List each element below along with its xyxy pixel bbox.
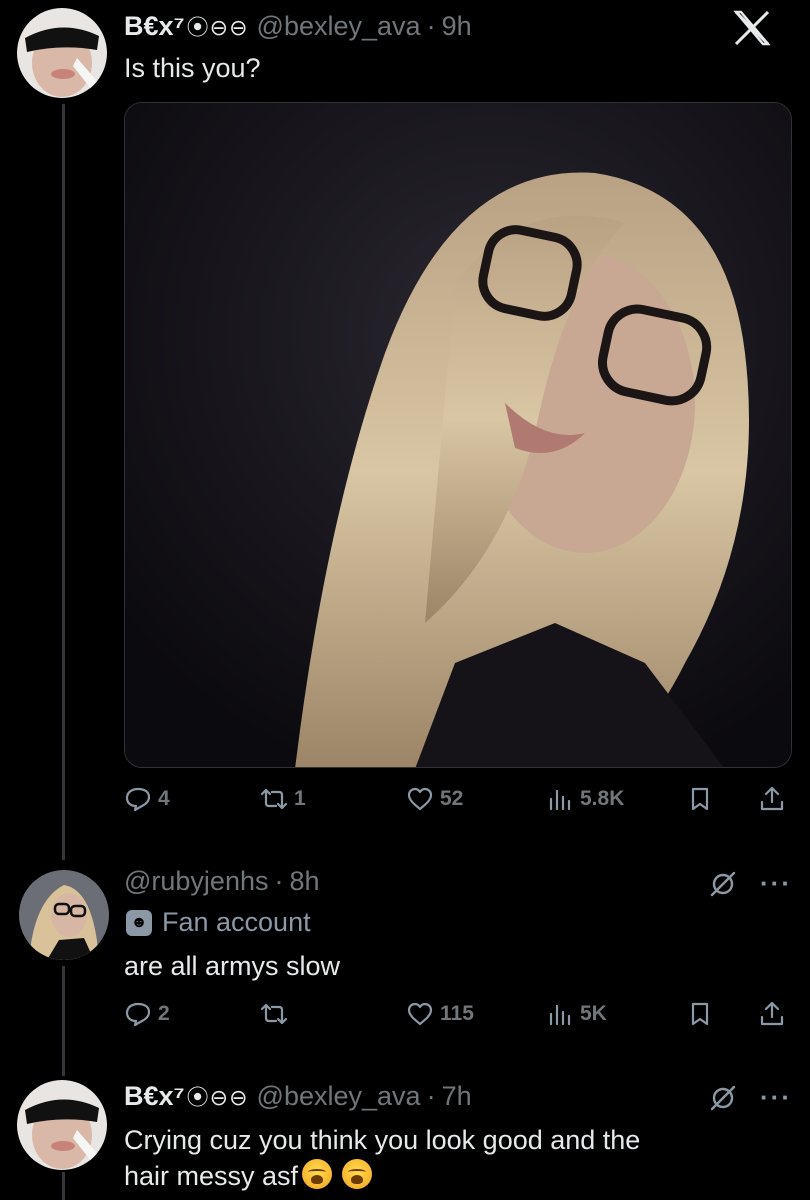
heart-icon bbox=[407, 787, 433, 811]
reply-count: 4 bbox=[158, 787, 170, 810]
repost-icon bbox=[260, 788, 288, 810]
like-count: 115 bbox=[440, 1002, 474, 1025]
tweet-header: B€x⁷ ⦿⊖⊖ @bexley_ava · 7h bbox=[124, 1080, 472, 1112]
separator-dot: · bbox=[426, 11, 436, 41]
like-button[interactable]: 52 bbox=[406, 785, 463, 813]
separator-dot: · bbox=[274, 866, 284, 896]
reply-button[interactable]: 2 bbox=[124, 1000, 170, 1028]
tweet-actions: 2 115 5K bbox=[124, 1000, 792, 1036]
tweet-top-actions: ··· bbox=[708, 868, 792, 899]
repost-icon bbox=[260, 1003, 288, 1025]
fan-account-badge: ☻ Fan account bbox=[126, 907, 311, 938]
repost-button[interactable]: 1 bbox=[260, 785, 306, 813]
repost-button[interactable] bbox=[260, 1000, 294, 1028]
tweet-header: B€x⁷ ⦿⊖⊖ @bexley_ava · 9h bbox=[124, 10, 472, 42]
user-handle[interactable]: @bexley_ava bbox=[257, 1081, 421, 1112]
views-count: 5.8K bbox=[580, 787, 625, 810]
display-name[interactable]: B€x⁷ bbox=[124, 11, 185, 42]
reply-button[interactable]: 4 bbox=[124, 785, 170, 813]
share-icon bbox=[760, 786, 784, 811]
badge-label: Fan account bbox=[162, 907, 311, 937]
thread-line bbox=[62, 966, 65, 1076]
like-button[interactable]: 115 bbox=[406, 1000, 474, 1028]
tweet-text: Is this you? bbox=[124, 53, 261, 83]
more-options-button[interactable]: ··· bbox=[760, 868, 792, 899]
grok-icon[interactable] bbox=[708, 869, 738, 899]
bookmark-button[interactable] bbox=[686, 785, 714, 813]
thread-line bbox=[62, 1172, 65, 1200]
share-button[interactable] bbox=[758, 1000, 786, 1028]
mask-icon: ☻ bbox=[126, 909, 152, 936]
like-count: 52 bbox=[440, 787, 464, 810]
tweet-text-line: hair messy asf bbox=[124, 1158, 794, 1194]
reply-icon bbox=[125, 787, 151, 812]
timestamp[interactable]: 8h bbox=[289, 866, 319, 897]
loudly-crying-face-emoji bbox=[342, 1159, 373, 1189]
display-name[interactable]: B€x⁷ bbox=[124, 1081, 185, 1112]
views-icon bbox=[549, 1004, 571, 1026]
tweet-top-actions: ··· bbox=[708, 1082, 792, 1113]
avatar[interactable] bbox=[17, 8, 107, 98]
grok-icon[interactable] bbox=[708, 1083, 738, 1113]
user-handle[interactable]: @rubyjenhs bbox=[124, 866, 268, 897]
share-button[interactable] bbox=[758, 785, 786, 813]
tweet-text-segment: hair messy asf bbox=[124, 1161, 299, 1191]
bookmark-icon bbox=[691, 1002, 709, 1026]
bookmark-button[interactable] bbox=[686, 1000, 714, 1028]
name-emoji-decoration: ⦿⊖⊖ bbox=[186, 15, 249, 40]
timestamp[interactable]: 9h bbox=[442, 11, 472, 42]
share-icon bbox=[760, 1001, 784, 1026]
loudly-crying-face-emoji bbox=[302, 1159, 333, 1189]
avatar[interactable] bbox=[19, 870, 109, 960]
more-options-button[interactable]: ··· bbox=[760, 1082, 792, 1113]
views-count: 5K bbox=[580, 1002, 607, 1025]
tweet-text-line: Crying cuz you think you look good and t… bbox=[124, 1125, 641, 1155]
views-button[interactable]: 5K bbox=[546, 1000, 607, 1028]
tweet-actions: 4 1 52 5.8K bbox=[124, 785, 792, 821]
tweet-header: @rubyjenhs · 8h bbox=[124, 866, 320, 897]
reply-count: 2 bbox=[158, 1002, 170, 1025]
tweet-text: are all armys slow bbox=[124, 951, 341, 981]
name-emoji-decoration: ⦿⊖⊖ bbox=[186, 1085, 249, 1110]
separator-dot: · bbox=[426, 1081, 436, 1111]
reply-icon bbox=[125, 1002, 151, 1027]
tweet-image[interactable] bbox=[124, 102, 792, 768]
tweet-text: Crying cuz you think you look good and t… bbox=[124, 1122, 794, 1194]
bookmark-icon bbox=[691, 787, 709, 811]
avatar[interactable] bbox=[17, 1080, 107, 1170]
heart-icon bbox=[407, 1002, 433, 1026]
timestamp[interactable]: 7h bbox=[442, 1081, 472, 1112]
user-handle[interactable]: @bexley_ava bbox=[257, 11, 421, 42]
thread-line bbox=[62, 104, 65, 860]
repost-count: 1 bbox=[294, 787, 306, 810]
x-logo-icon[interactable] bbox=[730, 6, 774, 50]
views-button[interactable]: 5.8K bbox=[546, 785, 624, 813]
views-icon bbox=[549, 789, 571, 811]
